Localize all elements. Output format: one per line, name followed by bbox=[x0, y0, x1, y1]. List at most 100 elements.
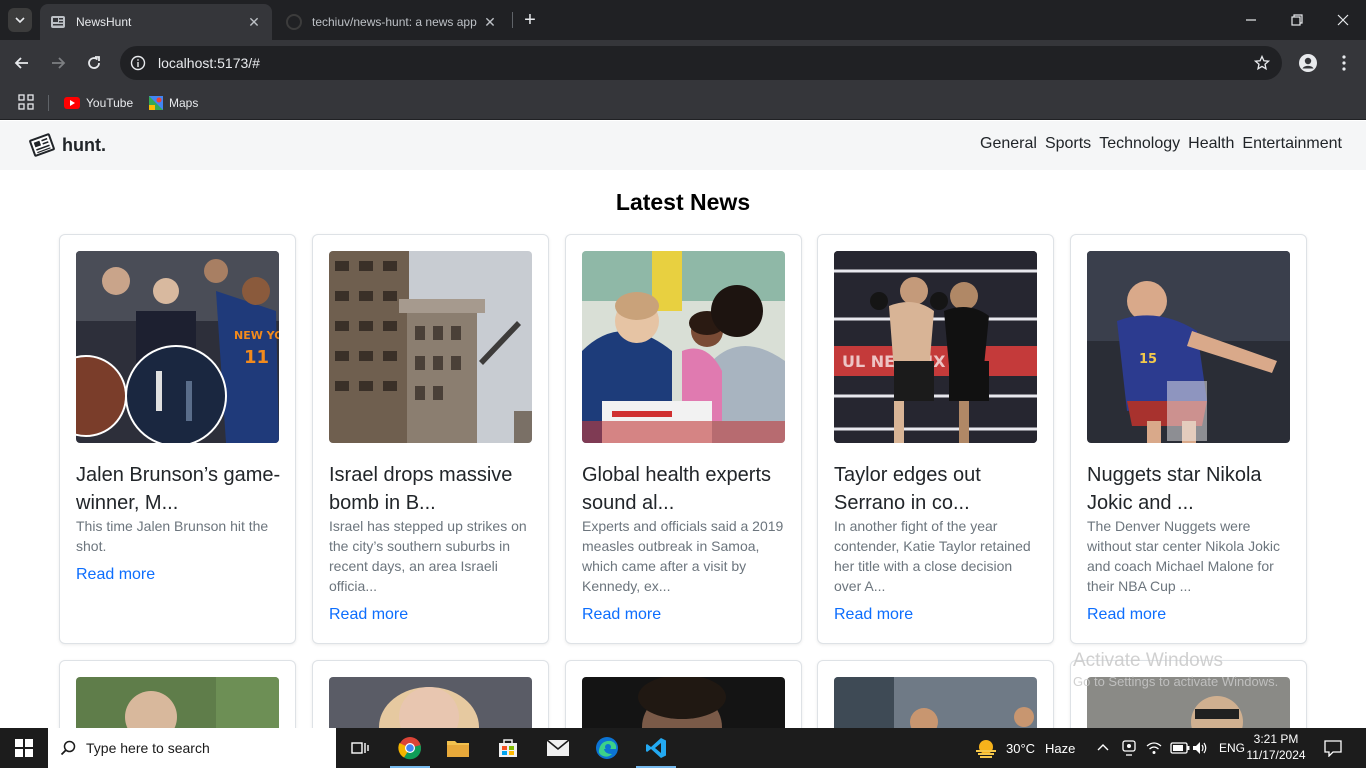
brand-logo[interactable]: hunt. bbox=[28, 131, 106, 159]
network-tray-button[interactable] bbox=[1146, 728, 1162, 768]
read-more-link[interactable]: Read more bbox=[76, 566, 155, 584]
article-title[interactable]: Jalen Brunson’s game-winner, M... bbox=[76, 461, 281, 517]
category-nav: General Sports Technology Health Enterta… bbox=[980, 135, 1342, 153]
back-button[interactable] bbox=[8, 49, 36, 77]
speaker-icon bbox=[1193, 742, 1207, 754]
url-text: localhost:5173/# bbox=[158, 55, 260, 71]
article-image[interactable]: NEW YORK 11 bbox=[76, 251, 279, 443]
file-explorer-button[interactable] bbox=[434, 728, 482, 768]
article-description: Israel has stepped up strikes on the cit… bbox=[329, 518, 527, 594]
article-image[interactable] bbox=[329, 677, 532, 728]
bookmark-label: Maps bbox=[169, 96, 199, 110]
article-image[interactable] bbox=[582, 677, 785, 728]
nav-link-entertainment[interactable]: Entertainment bbox=[1242, 135, 1342, 153]
article-title[interactable]: Taylor edges out Serrano in co... bbox=[834, 461, 1039, 517]
maps-icon bbox=[149, 96, 163, 110]
language-code: ENG bbox=[1219, 741, 1246, 755]
tab-github[interactable]: techiuv/news-hunt: a news app ✕ bbox=[276, 4, 508, 40]
close-window-button[interactable] bbox=[1320, 0, 1366, 40]
svg-text:15: 15 bbox=[1139, 352, 1157, 367]
article-image[interactable] bbox=[76, 677, 279, 728]
nav-link-sports[interactable]: Sports bbox=[1045, 135, 1091, 153]
site-navbar: hunt. General Sports Technology Health E… bbox=[0, 121, 1366, 170]
profile-button[interactable] bbox=[1294, 49, 1322, 77]
show-hidden-icons-button[interactable] bbox=[1097, 728, 1109, 768]
news-card bbox=[565, 660, 802, 728]
close-tab-icon[interactable]: ✕ bbox=[246, 14, 262, 30]
article-title[interactable]: Global health experts sound al... bbox=[582, 461, 787, 517]
bookmark-star-icon[interactable] bbox=[1254, 55, 1270, 71]
article-description: The Denver Nuggets were without star cen… bbox=[1087, 518, 1280, 594]
restore-button[interactable] bbox=[1274, 0, 1320, 40]
task-view-button[interactable] bbox=[336, 728, 384, 768]
article-image[interactable]: UL NETFLIX bbox=[834, 251, 1037, 443]
web-page: hunt. General Sports Technology Health E… bbox=[0, 121, 1366, 728]
bookmarks-divider bbox=[48, 95, 49, 111]
vscode-button[interactable] bbox=[632, 728, 680, 768]
close-tab-icon[interactable]: ✕ bbox=[482, 14, 498, 30]
clock-date: 11/17/2024 bbox=[1246, 748, 1306, 762]
read-more-link[interactable]: Read more bbox=[329, 606, 408, 624]
taskbar-search[interactable]: Type here to search bbox=[48, 728, 336, 768]
address-bar[interactable]: localhost:5173/# bbox=[120, 46, 1282, 80]
svg-text:NEW YORK: NEW YORK bbox=[234, 329, 279, 342]
watermark-title: Activate Windows bbox=[1073, 650, 1223, 671]
article-image[interactable] bbox=[834, 677, 1037, 728]
apps-grid-icon[interactable] bbox=[18, 94, 34, 110]
article-image[interactable]: 15 bbox=[1087, 251, 1290, 443]
chrome-taskbar-button[interactable] bbox=[386, 728, 434, 768]
bookmarks-bar: YouTube Maps bbox=[0, 86, 1366, 120]
github-favicon-icon bbox=[286, 14, 302, 30]
read-more-link[interactable]: Read more bbox=[834, 606, 913, 624]
news-card: UL NETFLIX Taylor edges out Serrano in c… bbox=[817, 234, 1054, 644]
article-image[interactable] bbox=[329, 251, 532, 443]
bookmark-maps[interactable]: Maps bbox=[149, 92, 198, 114]
system-clock[interactable]: 3:21 PM 11/17/2024 bbox=[1246, 731, 1306, 763]
news-card: Israel drops massive bomb in B... Israel… bbox=[312, 234, 549, 644]
article-title[interactable]: Israel drops massive bomb in B... bbox=[329, 461, 534, 517]
bookmark-youtube[interactable]: YouTube bbox=[64, 92, 133, 114]
chevron-up-icon bbox=[1097, 744, 1109, 751]
minimize-button[interactable] bbox=[1228, 0, 1274, 40]
chevron-down-icon bbox=[15, 17, 25, 24]
info-icon[interactable] bbox=[130, 55, 146, 71]
folder-icon bbox=[447, 741, 469, 757]
youtube-icon bbox=[64, 97, 80, 109]
reload-button[interactable] bbox=[80, 49, 108, 77]
read-more-link[interactable]: Read more bbox=[582, 606, 661, 624]
mail-button[interactable] bbox=[534, 728, 582, 768]
start-button[interactable] bbox=[0, 728, 48, 768]
input-language-indicator[interactable]: ENG bbox=[1219, 728, 1245, 768]
nav-link-general[interactable]: General bbox=[980, 135, 1037, 153]
battery-tray-button[interactable] bbox=[1170, 728, 1190, 768]
read-more-link[interactable]: Read more bbox=[1087, 606, 1166, 624]
search-placeholder: Type here to search bbox=[86, 740, 210, 756]
news-card bbox=[312, 660, 549, 728]
volume-tray-button[interactable] bbox=[1192, 728, 1208, 768]
notifications-button[interactable] bbox=[1324, 728, 1342, 768]
edge-button[interactable] bbox=[583, 728, 631, 768]
article-description: This time Jalen Brunson hit the shot. bbox=[76, 518, 269, 554]
forward-button[interactable] bbox=[44, 49, 72, 77]
tab-newshunt[interactable]: NewsHunt ✕ bbox=[40, 4, 272, 40]
wifi-icon bbox=[1146, 742, 1162, 754]
article-description: In another fight of the year contender, … bbox=[834, 518, 1031, 594]
news-card: Global health experts sound al... Expert… bbox=[565, 234, 802, 644]
more-vertical-icon bbox=[1342, 55, 1346, 71]
nav-link-technology[interactable]: Technology bbox=[1099, 135, 1180, 153]
reload-icon bbox=[88, 56, 100, 69]
browser-menu-button[interactable] bbox=[1330, 49, 1358, 77]
weather-temperature: 30°C bbox=[1006, 740, 1036, 756]
store-button[interactable] bbox=[484, 728, 532, 768]
newspaper-favicon-icon bbox=[50, 14, 66, 30]
profile-icon bbox=[1299, 54, 1317, 72]
webcam-tray-button[interactable] bbox=[1122, 728, 1136, 768]
article-title[interactable]: Nuggets star Nikola Jokic and ... bbox=[1087, 461, 1292, 517]
mail-icon bbox=[546, 739, 570, 756]
news-card: 15 Nuggets star Nikola Jokic and ... The… bbox=[1070, 234, 1307, 644]
article-image[interactable] bbox=[582, 251, 785, 443]
new-tab-button[interactable]: + bbox=[518, 8, 542, 32]
tab-search-button[interactable] bbox=[8, 8, 32, 32]
nav-link-health[interactable]: Health bbox=[1188, 135, 1234, 153]
weather-widget[interactable]: 30°C Haze bbox=[974, 728, 1075, 768]
